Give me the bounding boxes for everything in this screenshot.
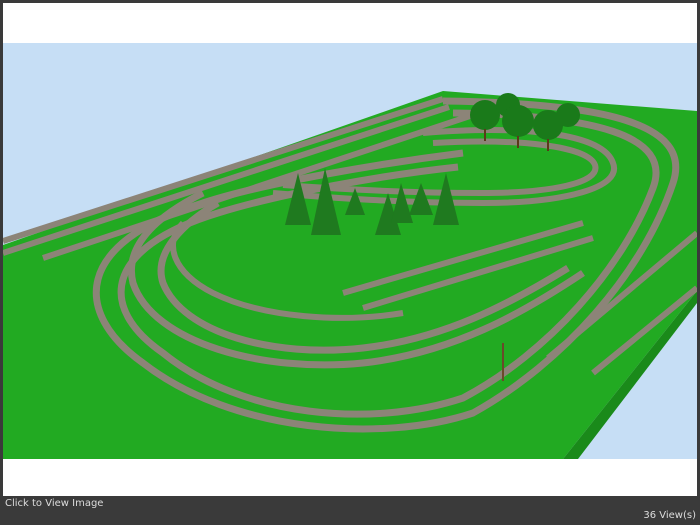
viewer-footer: Click to View Image 36 View(s) — [0, 496, 700, 525]
view-image-link[interactable]: Click to View Image — [5, 498, 103, 509]
rendered-scene — [3, 43, 697, 459]
image-viewer-frame: Click to View Image 36 View(s) — [0, 0, 700, 525]
image-viewer[interactable] — [3, 3, 697, 496]
view-count: 36 View(s) — [643, 510, 696, 521]
layout-render-image[interactable] — [3, 43, 697, 459]
